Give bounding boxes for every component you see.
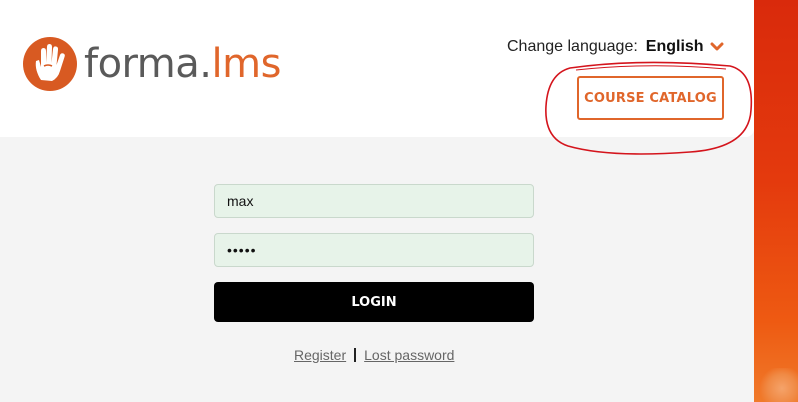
background-cloud [758,368,798,402]
auth-links: Register Lost password [294,347,454,363]
register-link[interactable]: Register [294,347,346,363]
brand-logo[interactable]: forma.lms [22,36,281,92]
chevron-down-icon[interactable] [710,42,724,52]
link-separator [354,348,357,362]
language-label: Change language: [507,38,638,55]
logo-text: forma.lms [84,41,281,87]
hand-logo-icon [23,37,77,91]
course-catalog-button[interactable]: COURSE CATALOG [577,76,724,120]
username-input[interactable] [214,184,534,218]
language-selector[interactable]: Change language: English [507,38,724,56]
language-value[interactable]: English [646,38,704,56]
login-button[interactable]: LOGIN [214,282,534,322]
header: forma.lms Change language: English COURS… [0,0,754,137]
background-strip [754,0,798,402]
lost-password-link[interactable]: Lost password [364,347,454,363]
password-input[interactable] [214,233,534,267]
login-panel: forma.lms Change language: English COURS… [0,0,754,402]
